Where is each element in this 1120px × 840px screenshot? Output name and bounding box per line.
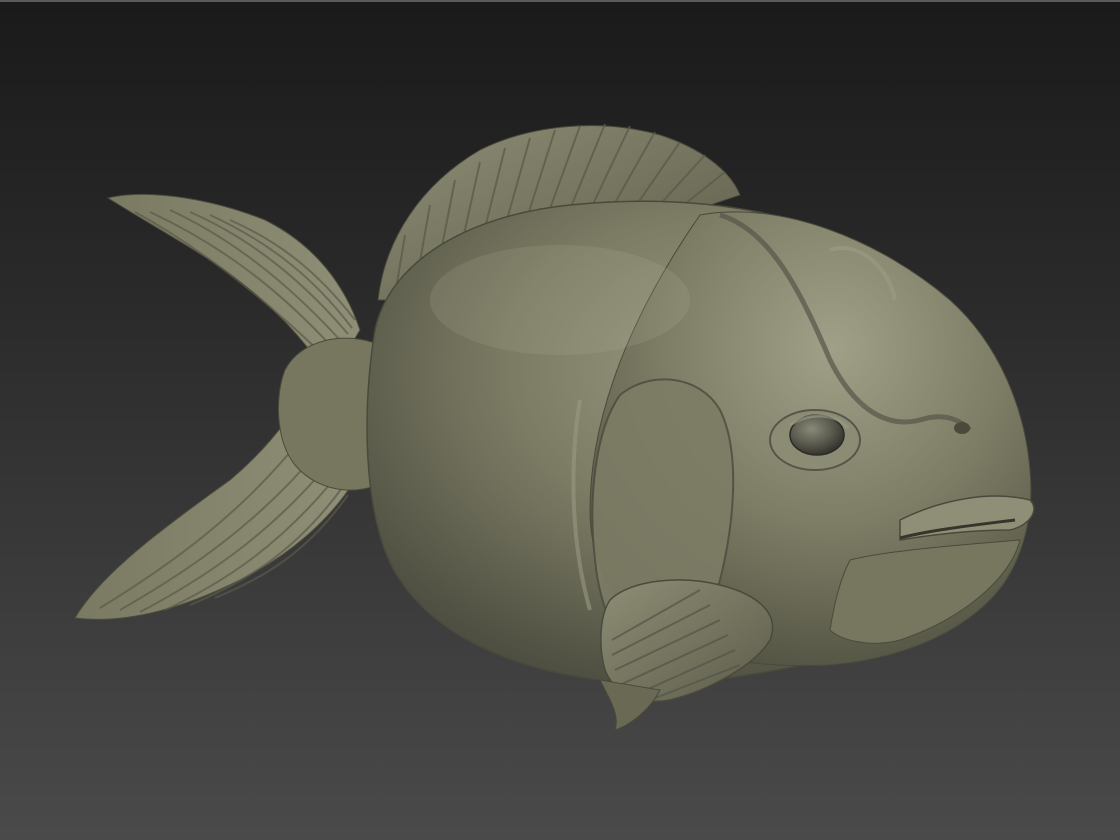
canvas-viewport[interactable] [0, 0, 1120, 840]
pectoral-fin [600, 579, 774, 702]
nostril [954, 422, 970, 434]
body-highlight [430, 245, 690, 355]
fish-model[interactable] [0, 0, 1120, 840]
